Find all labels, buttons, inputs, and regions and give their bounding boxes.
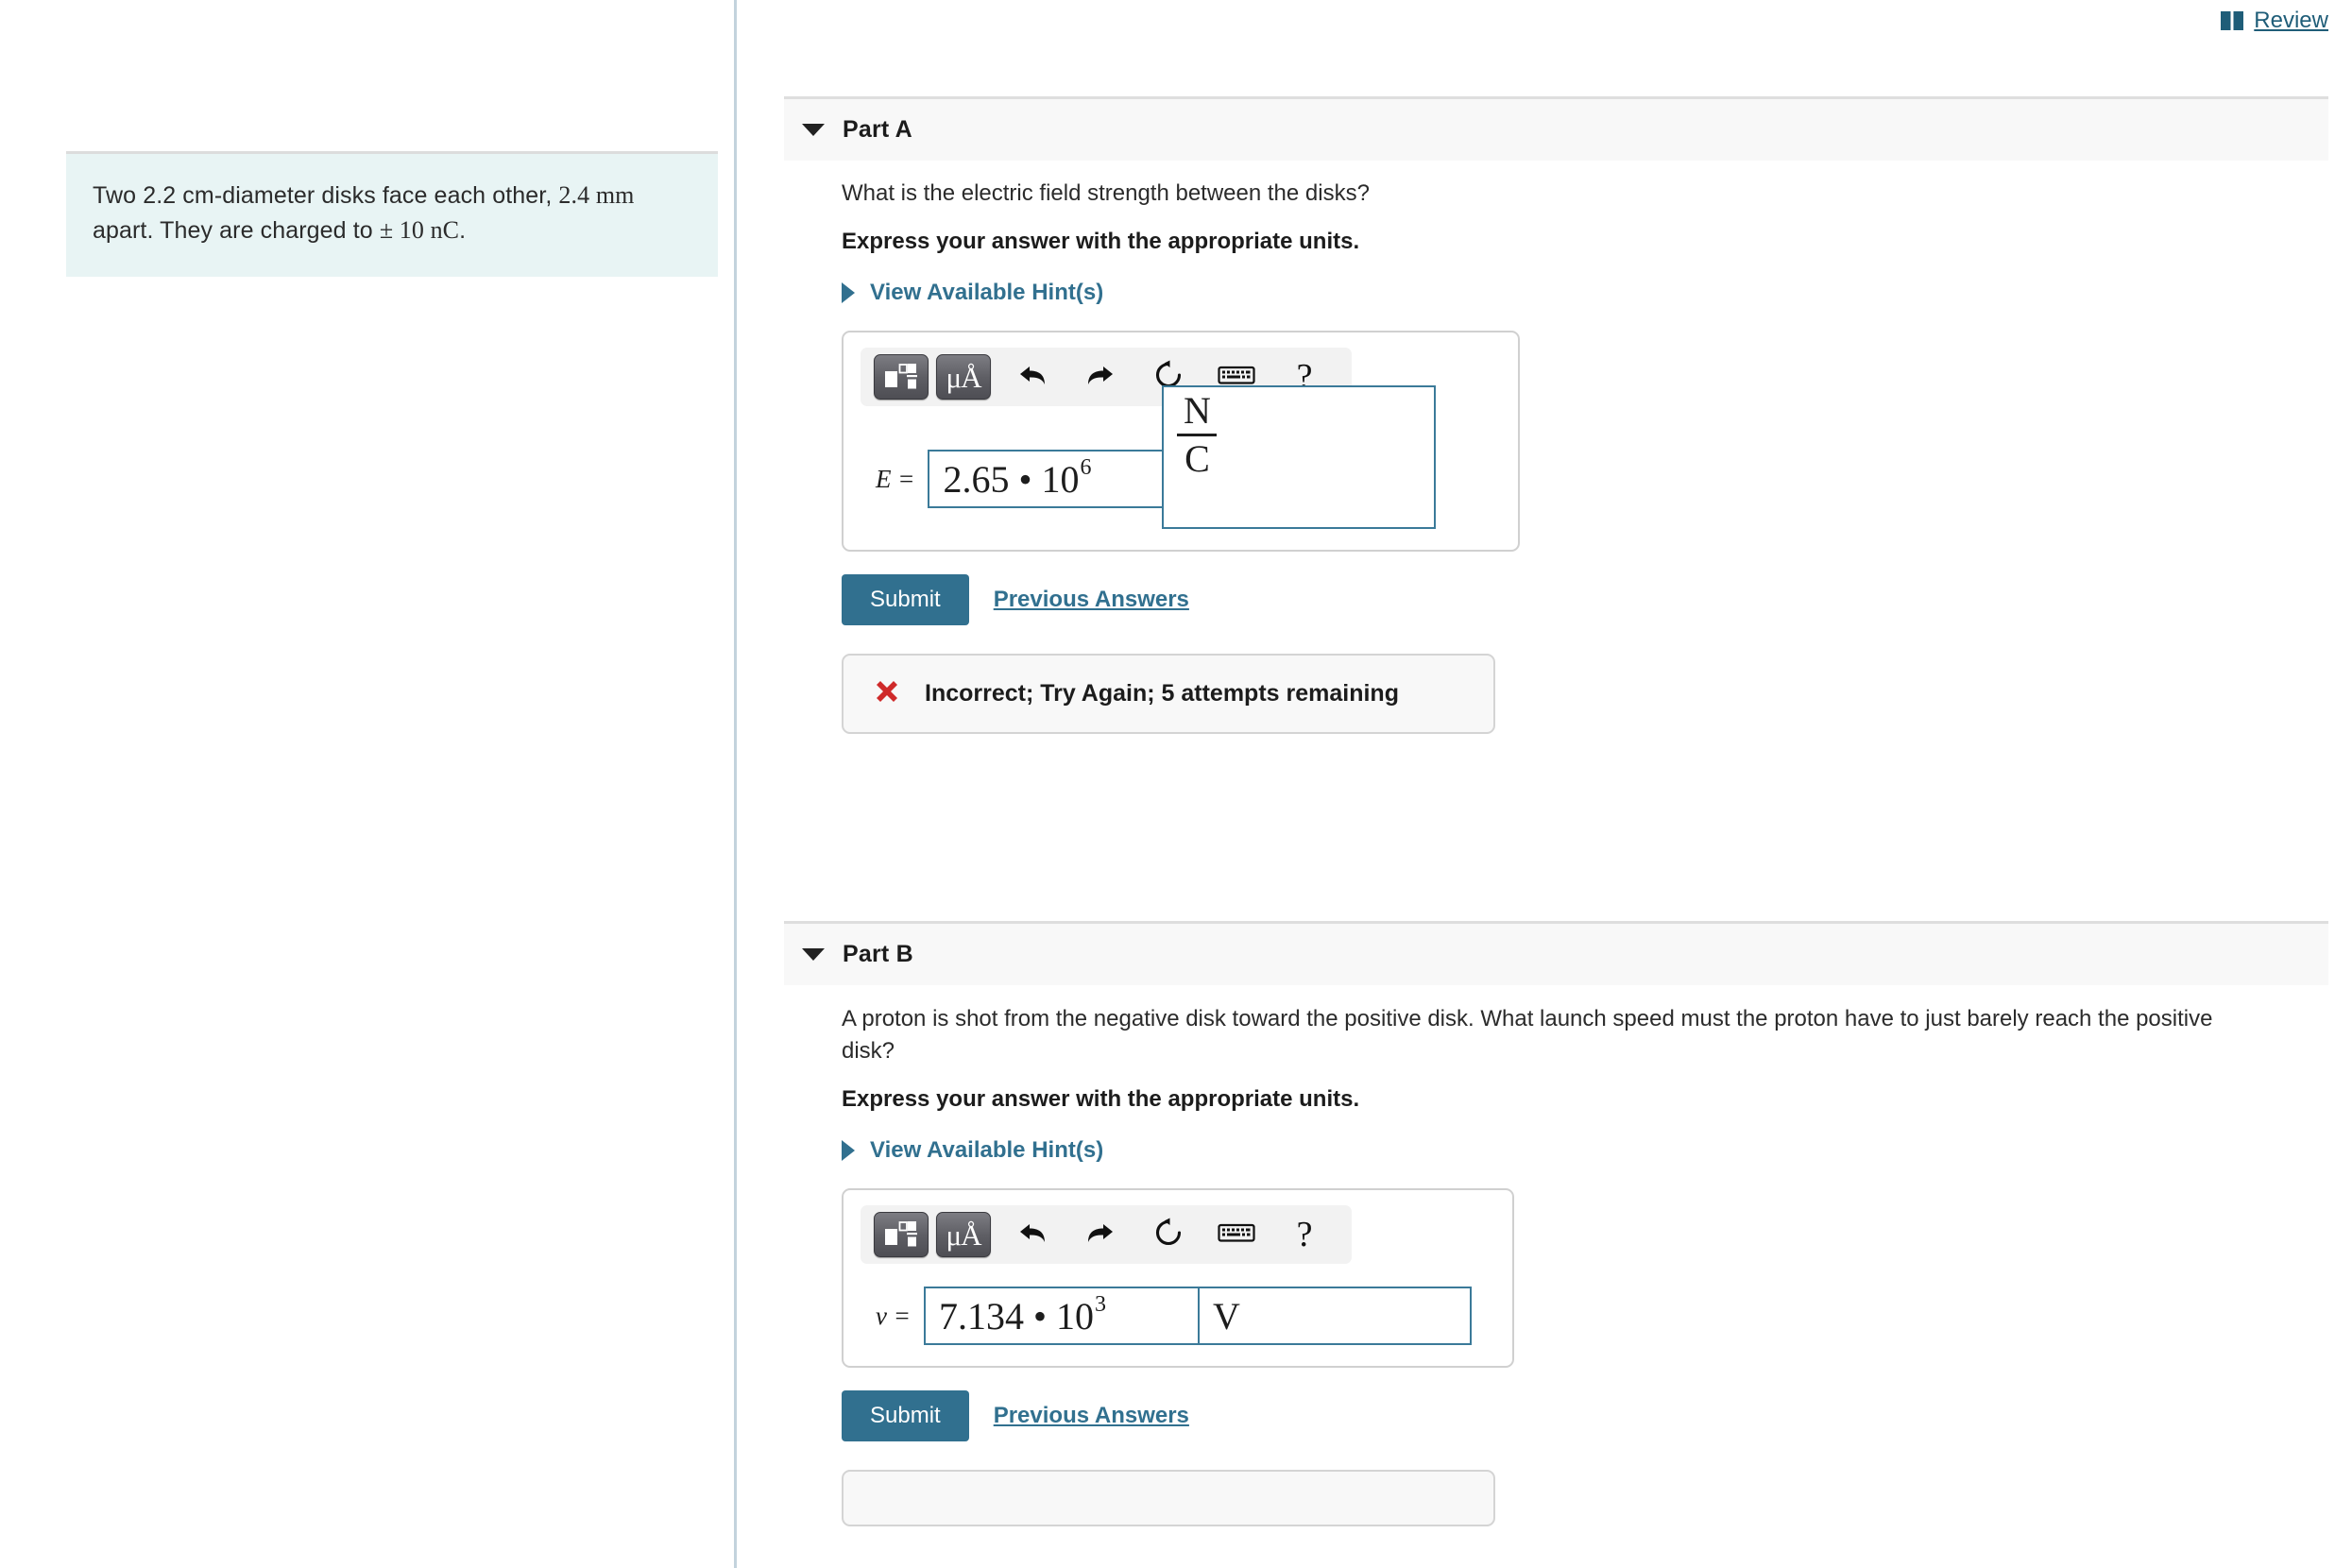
part-a-unit-fraction: N C [1177,389,1218,481]
part-b-value-input[interactable]: 7.134 • 10 3 [923,1287,1200,1346]
undo-button[interactable] [998,352,1066,401]
undo-icon [1015,360,1049,395]
part-a-feedback-message: Incorrect; Try Again; 5 attempts remaini… [925,680,1399,707]
reset-button[interactable] [1134,1210,1202,1259]
part-a-body: What is the electric field strength betw… [842,178,2334,735]
chevron-down-icon [802,124,825,136]
part-a-value-input[interactable]: 2.65 • 10 6 [928,450,1165,509]
redo-icon [1083,1218,1117,1253]
math-template-button[interactable] [874,1212,929,1258]
part-b-hints-toggle[interactable]: View Available Hint(s) [842,1137,1103,1164]
keyboard-icon [1218,1220,1255,1250]
part-b-feedback [842,1470,1495,1527]
part-b-previous-answers-link[interactable]: Previous Answers [994,1403,1189,1429]
undo-button[interactable] [998,1210,1066,1259]
part-a-value-mantissa: 2.65 • 10 [943,457,1080,501]
part-a-hints-toggle[interactable]: View Available Hint(s) [842,280,1103,306]
math-template-icon [881,1217,921,1253]
part-a-header[interactable]: Part A [784,96,2328,161]
part-a-unit-input[interactable]: N C [1162,385,1437,530]
redo-icon [1083,360,1117,395]
part-b-unit-value: V [1212,1294,1240,1338]
problem-text-segment-3: . [459,216,467,244]
help-button[interactable]: ? [1270,1210,1338,1259]
part-b-express-instruction: Express your answer with the appropriate… [842,1086,1360,1113]
problem-text-math-1: 2.4 mm [558,181,635,209]
keyboard-button[interactable] [1202,1210,1270,1259]
part-a-feedback: Incorrect; Try Again; 5 attempts remaini… [842,654,1495,735]
part-b-header[interactable]: Part B [784,921,2328,985]
chevron-right-icon [842,1140,855,1162]
units-button[interactable]: μÅ [936,1212,991,1258]
undo-icon [1015,1218,1049,1253]
part-b-hints-label: View Available Hint(s) [870,1137,1104,1164]
part-b-equation-row: v = 7.134 • 10 3 V [861,1287,1495,1346]
problem-statement-text: Two 2.2 cm-diameter disks face each othe… [93,179,691,248]
part-b-question: A proton is shot from the negative disk … [842,1006,2213,1065]
part-a-title: Part A [843,116,912,143]
part-a-collapse-toggle[interactable] [784,124,843,136]
part-b-submit-button[interactable]: Submit [842,1390,969,1442]
assignment-pane: Review Part A What is the electric field… [737,0,2352,1568]
units-button[interactable]: μÅ [936,354,991,401]
help-icon: ? [1296,1215,1313,1255]
problem-text-math-2: ± 10 nC [379,215,460,244]
problem-statement-card: Two 2.2 cm-diameter disks face each othe… [66,151,718,277]
part-b-collapse-toggle[interactable] [784,948,843,961]
part-a-submit-button[interactable]: Submit [842,574,969,626]
part-a-answer-box: μÅ ? E = 2.65 • 10 6 N C [842,331,1520,553]
chevron-right-icon [842,282,855,304]
math-template-button[interactable] [874,354,929,401]
part-b-answer-box: μÅ ? v = 7.134 • 10 3 V [842,1188,1514,1369]
part-b-unit-input[interactable]: V [1197,1287,1472,1346]
review-link-row[interactable]: Review [2220,8,2328,34]
page-root: Two 2.2 cm-diameter disks face each othe… [0,0,2352,1568]
part-a-unit-denominator: C [1185,437,1210,481]
problem-pane: Two 2.2 cm-diameter disks face each othe… [0,0,734,1568]
part-a-question: What is the electric field strength betw… [842,180,1370,206]
problem-text-segment-2: apart. They are charged to [93,216,380,244]
problem-text-segment-1: Two 2.2 cm-diameter disks face each othe… [93,182,559,209]
fraction-bar [1177,434,1218,437]
part-b-body: A proton is shot from the negative disk … [842,1003,2334,1527]
book-icon [2220,10,2244,31]
part-b-math-toolbar: μÅ ? [861,1205,1352,1265]
math-template-icon [881,359,921,395]
redo-button[interactable] [1066,352,1134,401]
part-a-hints-label: View Available Hint(s) [870,280,1104,306]
part-b-value-mantissa: 7.134 • 10 [938,1294,1094,1338]
units-button-label: μÅ [946,360,981,394]
part-a-express-instruction: Express your answer with the appropriate… [842,229,1360,255]
part-a-unit-numerator: N [1184,389,1211,433]
review-link[interactable]: Review [2254,8,2328,34]
part-a-variable-label: E = [876,464,915,493]
part-b-variable-label: v = [876,1301,911,1330]
chevron-down-icon [802,948,825,961]
part-a-equation-row: E = 2.65 • 10 6 N C [861,385,1501,530]
part-a-previous-answers-link[interactable]: Previous Answers [994,587,1189,613]
units-button-label: μÅ [946,1218,981,1252]
part-b-submit-row: Submit Previous Answers [842,1390,2334,1442]
x-mark-icon [872,676,902,711]
part-a-submit-row: Submit Previous Answers [842,574,2334,626]
reset-icon [1152,1217,1185,1253]
part-b-title: Part B [843,941,913,967]
redo-button[interactable] [1066,1210,1134,1259]
